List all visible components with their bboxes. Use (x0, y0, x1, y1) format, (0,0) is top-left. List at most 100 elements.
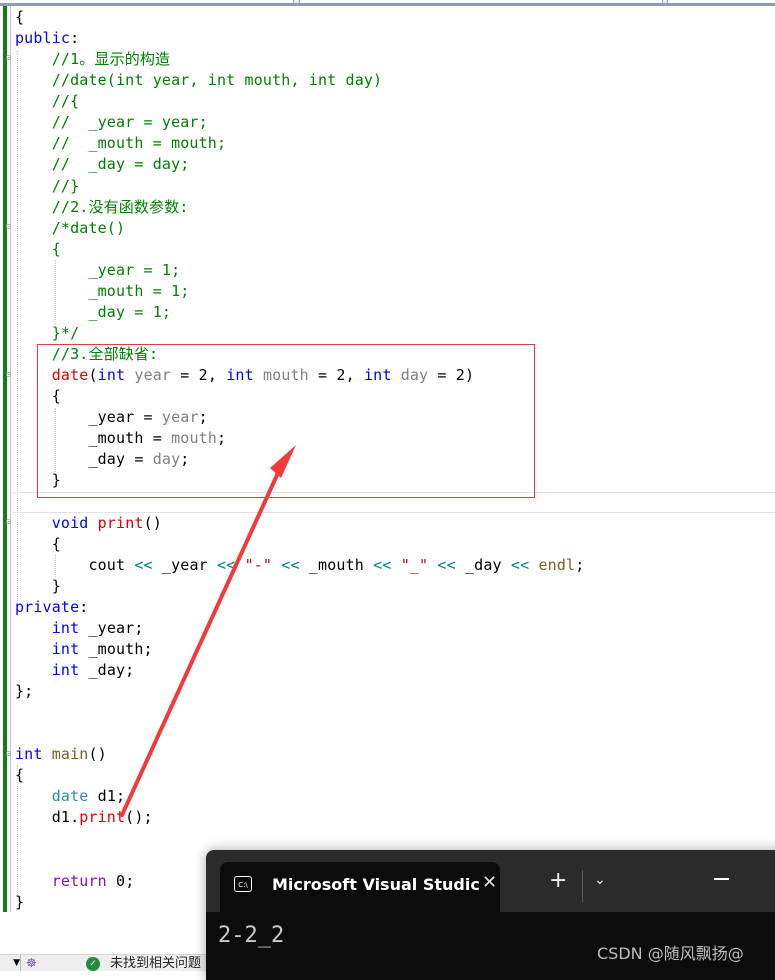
code-line[interactable]: } (15, 576, 584, 597)
fold-toggle[interactable]: ⊟ (6, 54, 13, 62)
dropdown-icon[interactable]: ▼ (0, 955, 21, 971)
status-message: 未找到相关问题 (110, 956, 202, 971)
code-token: << (373, 555, 392, 574)
code-token: : (70, 29, 80, 48)
code-line[interactable]: //{ (15, 91, 584, 112)
code-token: //1。显示的构造 (15, 50, 171, 69)
code-line[interactable]: /*date() (15, 218, 584, 239)
code-token: "_" (400, 555, 429, 574)
code-line[interactable]: { (15, 534, 584, 555)
code-token: _day; (79, 660, 135, 679)
code-line[interactable]: ​ (15, 828, 584, 849)
code-token: //} (15, 176, 80, 195)
outlining-margin (10, 6, 11, 912)
code-token: _day = 1; (15, 302, 172, 321)
code-line[interactable]: ​ (15, 702, 584, 723)
code-line[interactable]: // _day = day; (15, 154, 584, 175)
code-line[interactable]: int _day; (15, 660, 584, 681)
code-line[interactable]: // _year = year; (15, 112, 584, 133)
fold-toggle[interactable]: ⊟ (6, 371, 13, 379)
code-token: cout (15, 555, 135, 574)
fold-toggle[interactable]: ⊟ (6, 518, 13, 526)
code-line[interactable]: { (15, 239, 584, 260)
code-line[interactable]: date d1; (15, 786, 584, 807)
code-line[interactable]: cout << _year << "-" << _mouth << "_" <<… (15, 555, 584, 576)
code-token: << (281, 555, 300, 574)
code-line[interactable]: //} (15, 176, 584, 197)
new-tab-button[interactable]: + (549, 870, 567, 892)
code-token: _mouth (299, 555, 374, 574)
code-token: }; (15, 682, 34, 700)
minimize-button[interactable] (714, 878, 729, 880)
console-icon: C:\ (234, 876, 252, 892)
code-token: int (51, 660, 80, 679)
code-line[interactable]: { (15, 765, 584, 786)
code-line[interactable]: public: (15, 28, 584, 49)
code-line[interactable]: void print() (15, 513, 584, 534)
code-line[interactable]: }*/ (15, 323, 584, 344)
code-token: << (510, 555, 530, 574)
code-token: int (51, 639, 80, 658)
code-line[interactable]: int _mouth; (15, 639, 584, 660)
terminal-output: 2-2_2 (218, 923, 285, 948)
code-line[interactable]: private: (15, 597, 584, 618)
check-circle-icon: ✓ (86, 957, 100, 971)
code-token: { (15, 8, 25, 26)
code-token: } (15, 576, 61, 595)
code-line[interactable]: _day = 1; (15, 302, 584, 323)
code-token: _year (152, 555, 217, 574)
close-tab-icon[interactable]: ✕ (482, 872, 497, 893)
code-token: print (79, 808, 126, 827)
code-token: // _day = day; (15, 155, 190, 174)
code-token: << (437, 555, 456, 574)
code-token: //{ (15, 92, 80, 111)
fold-toggle[interactable]: ⊟ (6, 223, 13, 231)
code-token: "-" (244, 555, 273, 574)
annotation-highlight-box (37, 344, 535, 498)
code-line[interactable]: { (15, 7, 584, 28)
code-token: private (15, 597, 80, 616)
code-token: _mouth; (79, 639, 153, 658)
code-token: 0; (106, 871, 135, 890)
change-tracking-bar (3, 6, 7, 912)
code-token: return (51, 871, 107, 890)
fold-toggle[interactable]: ⊟ (6, 750, 13, 758)
code-token: d1. (15, 808, 80, 827)
code-token: << (217, 555, 236, 574)
code-line[interactable]: ​ (15, 723, 584, 744)
code-line[interactable]: //1。显示的构造 (15, 49, 584, 70)
terminal-window: C:\ Microsoft Visual Studic ✕ + ⌄ 2-2_2 … (206, 850, 775, 980)
code-token: // _year = year; (15, 113, 208, 132)
code-token: { (15, 239, 61, 258)
code-token: void (51, 513, 89, 532)
terminal-tab[interactable]: C:\ Microsoft Visual Studic ✕ (220, 862, 500, 912)
code-token: _mouth = 1; (15, 281, 190, 300)
code-line[interactable]: int main() (15, 744, 584, 765)
code-line[interactable]: //2.没有函数参数: (15, 197, 584, 218)
code-token: (); (125, 808, 153, 827)
code-token: /*date() (15, 218, 126, 237)
code-token: << (134, 555, 153, 574)
code-token: : (79, 597, 89, 616)
copilot-icon[interactable]: ☸ (26, 956, 42, 970)
chevron-down-icon[interactable]: ⌄ (594, 872, 606, 888)
code-line[interactable]: int _year; (15, 618, 584, 639)
code-token: () (143, 513, 162, 532)
code-line[interactable]: d1.print(); (15, 807, 584, 828)
code-line[interactable]: //date(int year, int mouth, int day) (15, 70, 584, 91)
code-line[interactable]: _mouth = 1; (15, 281, 584, 302)
code-line[interactable]: // _mouth = mouth; (15, 133, 584, 154)
code-line[interactable]: _year = 1; (15, 260, 584, 281)
code-line[interactable]: }; (15, 681, 584, 702)
terminal-tab-title: Microsoft Visual Studic (272, 875, 480, 894)
